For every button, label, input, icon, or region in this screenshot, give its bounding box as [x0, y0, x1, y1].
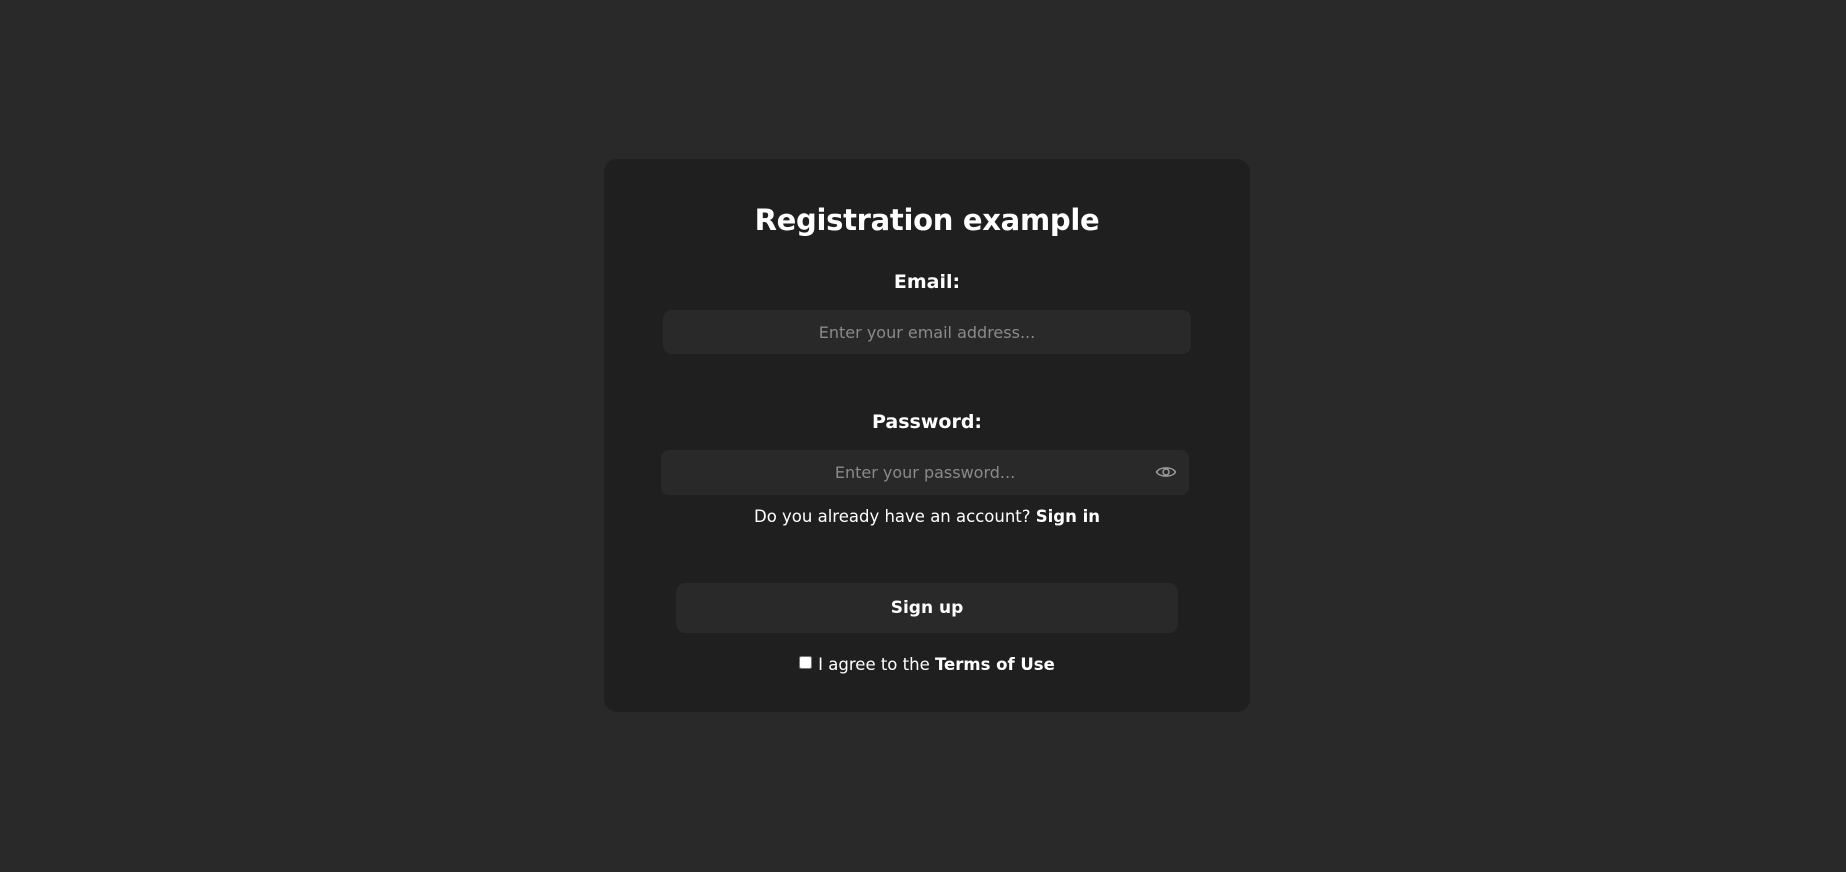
- terms-text: I agree to the: [818, 655, 935, 674]
- signin-prompt-text: Do you already have an account?: [754, 507, 1036, 526]
- terms-of-use-link[interactable]: Terms of Use: [935, 655, 1055, 674]
- email-field[interactable]: [663, 310, 1191, 354]
- terms-row: I agree to the Terms of Use: [604, 655, 1250, 674]
- password-field-wrapper: [661, 450, 1189, 495]
- password-field[interactable]: [661, 450, 1189, 495]
- email-label: Email:: [893, 271, 961, 293]
- signin-link[interactable]: Sign in: [1036, 507, 1100, 526]
- registration-card: Registration example Email: Password: Do…: [604, 159, 1250, 712]
- password-label: Password:: [871, 411, 983, 433]
- terms-checkbox[interactable]: [799, 656, 813, 669]
- signup-button[interactable]: Sign up: [676, 583, 1178, 633]
- eye-icon[interactable]: [1155, 463, 1177, 481]
- signin-prompt: Do you already have an account? Sign in: [604, 507, 1250, 526]
- form-title: Registration example: [754, 203, 1100, 237]
